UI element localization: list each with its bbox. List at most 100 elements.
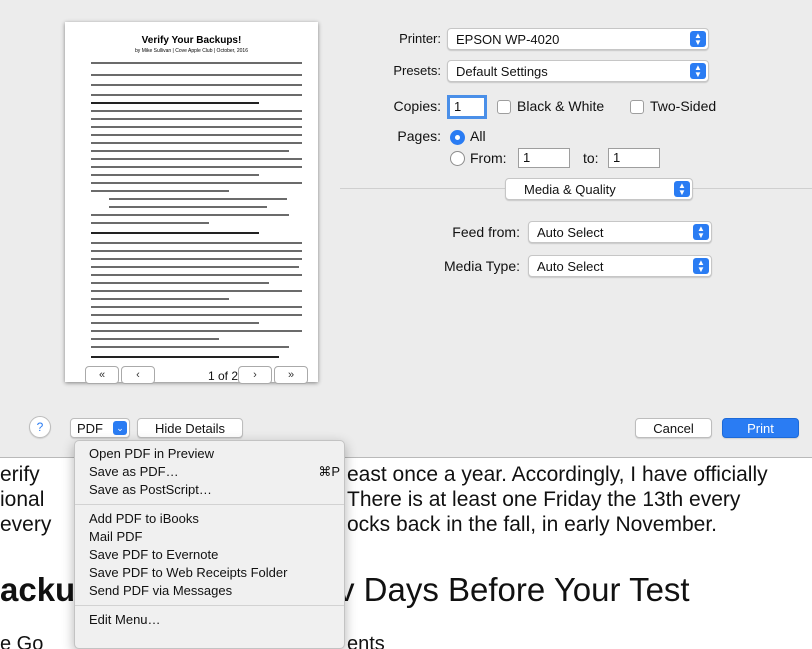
menu-item-save-as-postscript[interactable]: Save as PostScript… <box>89 482 212 497</box>
presets-value: Default Settings <box>456 64 548 79</box>
last-page-icon: » <box>287 369 295 381</box>
preview-text-line <box>91 84 302 86</box>
menu-item-save-as-pdf[interactable]: Save as PDF… <box>89 464 179 479</box>
menu-item-add-to-ibooks[interactable]: Add PDF to iBooks <box>89 511 199 526</box>
preview-text-line <box>91 306 302 308</box>
presets-popup[interactable]: Default Settings ▲ ▼ <box>447 60 709 82</box>
preview-text-line <box>91 74 302 76</box>
menu-item-send-via-messages[interactable]: Send PDF via Messages <box>89 583 232 598</box>
first-page-icon: « <box>98 369 106 381</box>
preview-text-line <box>91 214 289 216</box>
preview-doc-title: Verify Your Backups! <box>141 35 242 46</box>
hide-details-label: Hide Details <box>154 420 226 436</box>
help-icon: ? <box>36 420 44 434</box>
black-white-checkbox[interactable] <box>497 100 511 114</box>
printer-popup[interactable]: EPSON WP-4020 ▲ ▼ <box>447 28 709 50</box>
hide-details-button[interactable]: Hide Details <box>137 418 243 438</box>
bg-text-line-1-left: erify <box>0 463 40 486</box>
preview-text-line <box>91 232 259 235</box>
popup-stepper-icon: ▲ ▼ <box>693 224 709 240</box>
menu-item-open-in-preview[interactable]: Open PDF in Preview <box>89 446 214 461</box>
preview-text-line <box>91 182 302 184</box>
menu-item-mail-pdf[interactable]: Mail PDF <box>89 529 142 544</box>
preview-text-line <box>91 110 302 112</box>
page-indicator: 1 of 2 <box>208 369 239 383</box>
popup-stepper-icon: ▲ ▼ <box>690 63 706 79</box>
preview-text-line <box>91 158 302 160</box>
preview-text-line <box>109 198 287 200</box>
previous-page-icon: ‹ <box>136 369 140 381</box>
pages-label: Pages: <box>397 128 441 144</box>
media-type-value: Auto Select <box>537 259 604 274</box>
menu-item-save-to-evernote[interactable]: Save PDF to Evernote <box>89 547 218 562</box>
preview-text-line <box>91 166 302 168</box>
preview-text-line <box>91 266 299 268</box>
popup-stepper-icon: ▲ ▼ <box>674 181 690 197</box>
preview-text-line <box>91 62 302 64</box>
bg-text-line-3-right: ocks back in the fall, in early November… <box>347 513 718 536</box>
cancel-button[interactable]: Cancel <box>635 418 712 438</box>
copies-field[interactable]: 1 <box>447 95 487 119</box>
pages-range-radio[interactable] <box>450 151 465 166</box>
pages-from-field[interactable]: 1 <box>518 148 570 168</box>
presets-label: Presets: <box>393 63 441 78</box>
preview-doc-byline: by Mike Sullivan | Cove Apple Club | Oct… <box>135 48 248 54</box>
preview-text-line <box>91 330 302 332</box>
bg-heading-right: v Days Before Your Test <box>338 571 690 608</box>
preview-text-line <box>91 282 269 284</box>
bg-text-line-1-right: east once a year. Accordingly, I have of… <box>347 463 768 486</box>
preview-text-line <box>91 250 302 252</box>
printer-label: Printer: <box>399 31 441 46</box>
pages-from-label: From: <box>470 150 507 166</box>
two-sided-checkbox[interactable] <box>630 100 644 114</box>
copies-label: Copies: <box>393 98 441 114</box>
pdf-label: PDF <box>77 420 103 436</box>
media-type-popup[interactable]: Auto Select ▲ ▼ <box>528 255 712 277</box>
preview-text-line <box>109 206 267 208</box>
pages-to-field[interactable]: 1 <box>608 148 660 168</box>
preview-text-line <box>91 290 302 292</box>
preview-text-line <box>91 222 209 224</box>
next-page-button[interactable]: › <box>238 366 272 384</box>
menu-item-save-to-web-receipts[interactable]: Save PDF to Web Receipts Folder <box>89 565 287 580</box>
pdf-menu-button[interactable]: PDF ⌄ <box>70 418 130 438</box>
preview-text-line <box>91 258 302 260</box>
print-preview-page: Verify Your Backups! by Mike Sullivan | … <box>65 22 318 382</box>
section-popup[interactable]: Media & Quality ▲ ▼ <box>505 178 693 200</box>
preview-text-line <box>91 94 302 96</box>
section-value: Media & Quality <box>524 182 616 197</box>
chevron-down-icon: ⌄ <box>113 421 127 435</box>
cancel-label: Cancel <box>653 420 694 436</box>
print-button[interactable]: Print <box>722 418 799 438</box>
first-page-button[interactable]: « <box>85 366 119 384</box>
bg-text-line-2-right: There is at least one Friday the 13th ev… <box>347 488 741 511</box>
pages-to-label: to: <box>583 150 599 166</box>
preview-text-line <box>91 150 289 152</box>
preview-text-line <box>91 134 302 136</box>
preview-text-line <box>91 126 302 128</box>
preview-text-line <box>91 298 229 300</box>
previous-page-button[interactable]: ‹ <box>121 366 155 384</box>
last-page-button[interactable]: » <box>274 366 308 384</box>
save-as-pdf-shortcut: ⌘P <box>318 464 340 479</box>
feed-from-popup[interactable]: Auto Select ▲ ▼ <box>528 221 712 243</box>
menu-separator <box>75 605 344 606</box>
preview-text-line <box>91 118 302 120</box>
popup-stepper-icon: ▲ ▼ <box>690 31 706 47</box>
pages-all-radio[interactable] <box>450 130 465 145</box>
menu-separator <box>75 504 344 505</box>
menu-item-edit-menu[interactable]: Edit Menu… <box>89 612 161 627</box>
pdf-dropdown-menu: Open PDF in Preview Save as PDF… ⌘P Save… <box>74 440 345 649</box>
feed-from-value: Auto Select <box>537 225 604 240</box>
preview-text-line <box>91 338 219 340</box>
preview-text-line <box>91 314 302 316</box>
media-type-label: Media Type: <box>443 258 520 274</box>
black-white-label: Black & White <box>517 98 605 114</box>
help-button[interactable]: ? <box>29 416 51 438</box>
pages-all-label: All <box>470 128 486 144</box>
print-dialog: Verify Your Backups! by Mike Sullivan | … <box>0 0 812 458</box>
preview-text-line <box>91 274 302 276</box>
preview-text-line <box>91 346 289 348</box>
printer-value: EPSON WP-4020 <box>456 32 560 47</box>
preview-text-line <box>91 142 302 144</box>
